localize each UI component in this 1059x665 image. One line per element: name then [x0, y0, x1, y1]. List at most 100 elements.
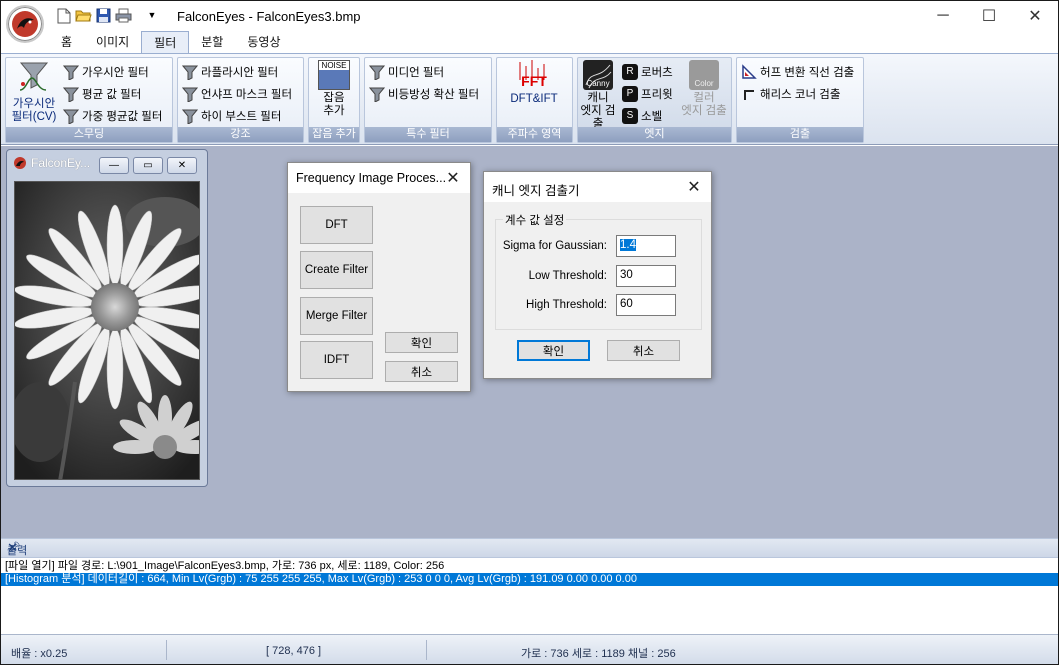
customize-qat-chevron-icon[interactable]: ▼	[146, 7, 158, 24]
sobel-icon: S	[622, 108, 638, 124]
window-title: FalconEyes - FalconEyes3.bmp	[177, 9, 361, 24]
sobel-button[interactable]: S 소벨	[622, 106, 662, 126]
high-boost-filter-button[interactable]: 하이 부스트 필터	[182, 106, 281, 126]
tab-home[interactable]: 홈	[49, 31, 84, 53]
group-label-enhance: 강조	[178, 127, 303, 142]
canny-ok-button[interactable]: 확인	[517, 340, 590, 361]
output-line[interactable]: [파일 열기] 파일 경로: L:\901_Image\FalconEyes3.…	[5, 560, 1054, 573]
dft-ift-label: DFT&IFT	[510, 93, 558, 105]
tab-image[interactable]: 이미지	[84, 31, 141, 53]
child-close-button[interactable]: ✕	[167, 157, 197, 174]
dft-ift-button[interactable]: FFT DFT&IFT	[499, 60, 569, 106]
add-noise-label: 잡음 추가	[323, 92, 345, 117]
canny-edge-button[interactable]: Canny 캐니 엣지 검출	[578, 60, 618, 131]
child-window-title: FalconEy...	[13, 156, 90, 170]
idft-button[interactable]: IDFT	[300, 341, 373, 379]
canny-cancel-button[interactable]: 취소	[607, 340, 680, 361]
color-edge-icon: Color	[689, 60, 719, 90]
create-filter-button[interactable]: Create Filter	[300, 251, 373, 289]
canny-dialog-close-icon[interactable]: ✕	[683, 176, 705, 198]
frequency-ok-button[interactable]: 확인	[385, 332, 458, 353]
group-label-smoothing: 스무딩	[6, 127, 172, 142]
merge-filter-button[interactable]: Merge Filter	[300, 297, 373, 335]
group-label-frequency: 주파수 영역	[497, 127, 572, 142]
close-button[interactable]: ✕	[1012, 1, 1058, 31]
print-icon[interactable]	[115, 7, 132, 24]
funnel-graph-icon	[18, 60, 50, 98]
anisotropic-diffusion-button[interactable]: 비등방성 확산 필터	[369, 84, 479, 104]
corner-icon	[744, 90, 754, 100]
sigma-label: Sigma for Gaussian:	[502, 240, 607, 252]
funnel-icon	[369, 87, 385, 102]
fft-icon: FFT	[519, 60, 547, 89]
group-edge: Canny 캐니 엣지 검출 R 로버츠 P 프리윗 S 소벨 Color 컬러…	[577, 57, 732, 143]
canny-label: 캐니 엣지 검출	[580, 92, 616, 130]
low-threshold-label: Low Threshold:	[528, 270, 607, 282]
group-noise: NOISE 잡음 추가 잡음 추가	[308, 57, 360, 143]
status-bar: 배율 : x0.25 [ 728, 476 ] 가로 : 736 세로 : 11…	[1, 634, 1058, 664]
gaussian-filter-button[interactable]: 가우시안 필터	[63, 62, 149, 82]
new-file-icon[interactable]	[55, 7, 72, 24]
coefficient-groupbox: 계수 값 설정 Sigma for Gaussian: 1.4 Low Thre…	[495, 212, 702, 330]
group-label-detect: 검출	[737, 127, 863, 142]
app-small-icon	[14, 157, 26, 169]
funnel-icon	[369, 65, 385, 80]
status-image-size: 가로 : 736 세로 : 1189 채널 : 256	[521, 648, 676, 660]
high-threshold-input[interactable]: 60	[616, 294, 676, 316]
open-folder-icon[interactable]	[75, 7, 92, 24]
ribbon-tabs: 홈 이미지 필터 분할 동영상	[49, 31, 292, 54]
gaussian-cv-button[interactable]: 가우시안 필터(CV)	[9, 60, 59, 124]
funnel-icon	[182, 109, 198, 124]
color-edge-button[interactable]: Color 컬러 엣지 검출	[676, 60, 732, 118]
laplacian-filter-button[interactable]: 라플라시안 필터	[182, 62, 278, 82]
prewitt-button[interactable]: P 프리윗	[622, 84, 673, 104]
roberts-icon: R	[622, 64, 638, 80]
mean-filter-button[interactable]: 평균 값 필터	[63, 84, 141, 104]
weighted-mean-filter-button[interactable]: 가중 평균값 필터	[63, 106, 162, 126]
app-window: ▼ FalconEyes - FalconEyes3.bmp ─ ☐ ✕ 홈 이…	[0, 0, 1059, 665]
gaussian-cv-label: 가우시안 필터(CV)	[11, 98, 57, 123]
tab-segmentation[interactable]: 분할	[189, 31, 235, 53]
image-child-window[interactable]: FalconEy... — ▭ ✕	[6, 149, 208, 487]
harris-corner-button[interactable]: 해리스 코너 검출	[741, 84, 840, 104]
title-bar: ▼ FalconEyes - FalconEyes3.bmp ─ ☐ ✕	[1, 1, 1058, 31]
dft-button[interactable]: DFT	[300, 206, 373, 244]
color-edge-label: 컬러 엣지 검출	[681, 92, 727, 117]
quick-access-toolbar: ▼	[55, 7, 158, 24]
group-label-edge: 엣지	[578, 127, 731, 142]
funnel-icon	[63, 65, 79, 80]
ribbon-panel: 가우시안 필터(CV) 가우시안 필터 평균 값 필터 가중 평균값 필터 스무…	[1, 53, 1058, 145]
child-minimize-button[interactable]: —	[99, 157, 129, 174]
funnel-icon	[63, 109, 79, 124]
hough-line-button[interactable]: 허프 변환 직선 검출	[741, 62, 854, 82]
unsharp-mask-button[interactable]: 언샤프 마스크 필터	[182, 84, 292, 104]
funnel-icon	[182, 65, 198, 80]
sigma-input[interactable]: 1.4	[616, 235, 676, 257]
group-smoothing: 가우시안 필터(CV) 가우시안 필터 평균 값 필터 가중 평균값 필터 스무…	[5, 57, 173, 143]
save-icon[interactable]	[95, 7, 112, 24]
status-zoom: 배율 : x0.25	[11, 648, 68, 660]
group-label-special: 특수 필터	[365, 127, 491, 142]
app-logo-icon[interactable]	[6, 5, 44, 43]
low-threshold-input[interactable]: 30	[616, 265, 676, 287]
canny-dialog-title: 캐니 엣지 검출기	[492, 184, 580, 198]
child-restore-button[interactable]: ▭	[133, 157, 163, 174]
minimize-button[interactable]: ─	[920, 1, 966, 31]
group-enhance: 라플라시안 필터 언샤프 마스크 필터 하이 부스트 필터 강조	[177, 57, 304, 143]
group-frequency: FFT DFT&IFT 주파수 영역	[496, 57, 573, 143]
add-noise-button[interactable]: NOISE 잡음 추가	[311, 60, 357, 118]
maximize-button[interactable]: ☐	[966, 1, 1012, 31]
frequency-dialog-close-icon[interactable]: ✕	[442, 167, 464, 189]
tab-filter[interactable]: 필터	[141, 31, 190, 54]
flower-image[interactable]	[14, 181, 200, 480]
output-close-icon[interactable]: ✕	[7, 540, 1052, 556]
coefficient-group-label: 계수 값 설정	[503, 212, 567, 228]
frequency-dialog-title: Frequency Image Proces...	[296, 171, 447, 185]
frequency-dialog-titlebar: Frequency Image Proces... ✕	[288, 163, 470, 193]
status-coords: [ 728, 476 ]	[266, 645, 322, 657]
output-line-selected[interactable]: [Histogram 분석] 데이터길이 : 664, Min Lv(Grgb)…	[1, 573, 1058, 586]
roberts-button[interactable]: R 로버츠	[622, 62, 673, 82]
tab-video[interactable]: 동영상	[235, 31, 292, 53]
frequency-cancel-button[interactable]: 취소	[385, 361, 458, 382]
median-filter-button[interactable]: 미디언 필터	[369, 62, 444, 82]
